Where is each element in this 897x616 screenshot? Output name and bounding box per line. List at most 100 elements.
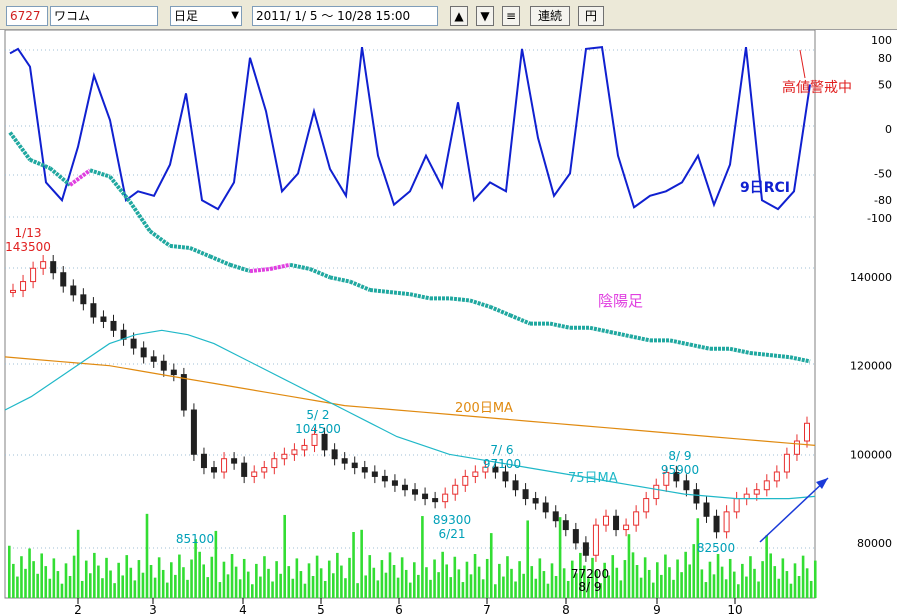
volume-bar <box>684 551 687 598</box>
inyou-segment <box>89 168 111 179</box>
candle-body <box>351 462 358 469</box>
volume-bar <box>506 556 509 598</box>
volume-bar <box>457 569 461 598</box>
candle-body <box>532 498 539 504</box>
volume-bar <box>546 583 550 598</box>
inyou-segment <box>29 157 51 171</box>
volume-bar <box>275 561 278 598</box>
volume-bar <box>340 565 343 598</box>
up-arrow-button[interactable]: ▲ <box>450 6 468 26</box>
volume-bar <box>174 574 177 598</box>
volume-bar <box>125 555 129 598</box>
down-arrow-button[interactable]: ▼ <box>476 6 494 26</box>
volume-bar <box>68 576 72 598</box>
price-tick-label: 80000 <box>857 537 892 550</box>
volume-bar <box>469 574 473 598</box>
candle-body <box>391 480 398 486</box>
inyou-segment <box>68 168 92 187</box>
x-tick-label: 8 <box>562 603 570 616</box>
volume-bar <box>344 578 347 598</box>
volume-bar <box>230 554 234 598</box>
volume-bar <box>704 582 708 598</box>
volume-bar <box>777 578 781 598</box>
volume-bar <box>720 566 724 598</box>
candle-body <box>100 316 107 322</box>
candle-body <box>572 529 579 544</box>
chevron-down-icon: ▼ <box>231 10 239 21</box>
x-tick-label: 7 <box>483 603 491 616</box>
volume-bar <box>388 552 392 598</box>
volume-bar <box>315 555 319 598</box>
volume-bar <box>8 545 11 598</box>
volume-bar <box>757 581 760 598</box>
stock-code-field[interactable]: 6727 <box>6 6 48 26</box>
volume-bar <box>226 574 230 598</box>
continuous-button[interactable]: 連続 <box>530 6 570 26</box>
volume-bar <box>121 575 124 598</box>
volume-bar <box>441 551 444 598</box>
volume-bar <box>773 566 777 598</box>
candle-body <box>412 489 419 495</box>
volume-bar <box>716 554 720 598</box>
candle-body <box>783 453 790 473</box>
volume-bar <box>368 555 372 598</box>
volume-bar <box>157 557 161 598</box>
volume-bar <box>222 561 226 598</box>
yen-button[interactable]: 円 <box>578 6 604 26</box>
candle-body <box>462 475 469 486</box>
volume-bar <box>267 568 270 598</box>
volume-bar <box>372 567 376 598</box>
menu-button[interactable]: ≡ <box>502 6 520 26</box>
candle-body <box>80 294 87 305</box>
rci-tick-label: 80 <box>878 52 892 65</box>
volume-bar <box>105 557 108 598</box>
volume-bar <box>161 569 165 598</box>
volume-bar <box>76 529 80 598</box>
volume-bar <box>16 576 19 598</box>
volume-bar <box>141 572 145 598</box>
candle-body <box>542 502 549 513</box>
volume-bar <box>307 563 311 598</box>
volume-bar <box>692 544 696 598</box>
inyou-segment <box>669 338 691 347</box>
inyou-segment <box>309 267 331 280</box>
volume-bar <box>481 579 485 598</box>
volume-bar <box>429 579 432 598</box>
volume-bar <box>12 563 15 598</box>
candle-body <box>743 493 750 500</box>
candle-body <box>50 261 57 274</box>
volume-bar <box>749 556 752 598</box>
price-tick-label: 120000 <box>850 360 892 373</box>
volume-bar <box>542 571 546 598</box>
price-annotation: 7/ 6 <box>490 443 513 457</box>
volume-bar <box>109 570 112 598</box>
volume-bar <box>186 579 189 598</box>
price-annotation: 97100 <box>483 457 521 471</box>
volume-bar <box>408 582 412 598</box>
candle-body <box>251 471 258 477</box>
volume-bar <box>376 580 380 598</box>
period-select[interactable]: 日足 ▼ <box>170 6 242 26</box>
price-annotation: 104500 <box>295 422 341 436</box>
candle-body <box>301 444 308 451</box>
volume-bar <box>417 574 420 598</box>
candle-body <box>763 480 770 491</box>
volume-bar <box>453 556 457 598</box>
date-range-field[interactable]: 2011/ 1/ 5 ～ 10/28 15:00 <box>252 6 438 26</box>
stock-name-field[interactable]: ワコム <box>50 6 158 26</box>
inyou-segment <box>729 346 751 355</box>
price-tick-label: 140000 <box>850 271 892 284</box>
volume-bar <box>668 567 671 598</box>
volume-bar <box>797 576 801 598</box>
volume-bar <box>562 568 566 598</box>
ma200-line <box>4 356 816 446</box>
volume-bar <box>765 535 768 598</box>
volume-bar <box>202 564 205 598</box>
volume-bar <box>809 580 813 598</box>
volume-bar <box>299 571 303 598</box>
rci-tick-label: -80 <box>874 194 892 207</box>
volume-bar <box>303 583 307 598</box>
volume-bar <box>514 581 517 598</box>
volume-bar <box>133 580 137 598</box>
volume-bar <box>20 556 23 598</box>
